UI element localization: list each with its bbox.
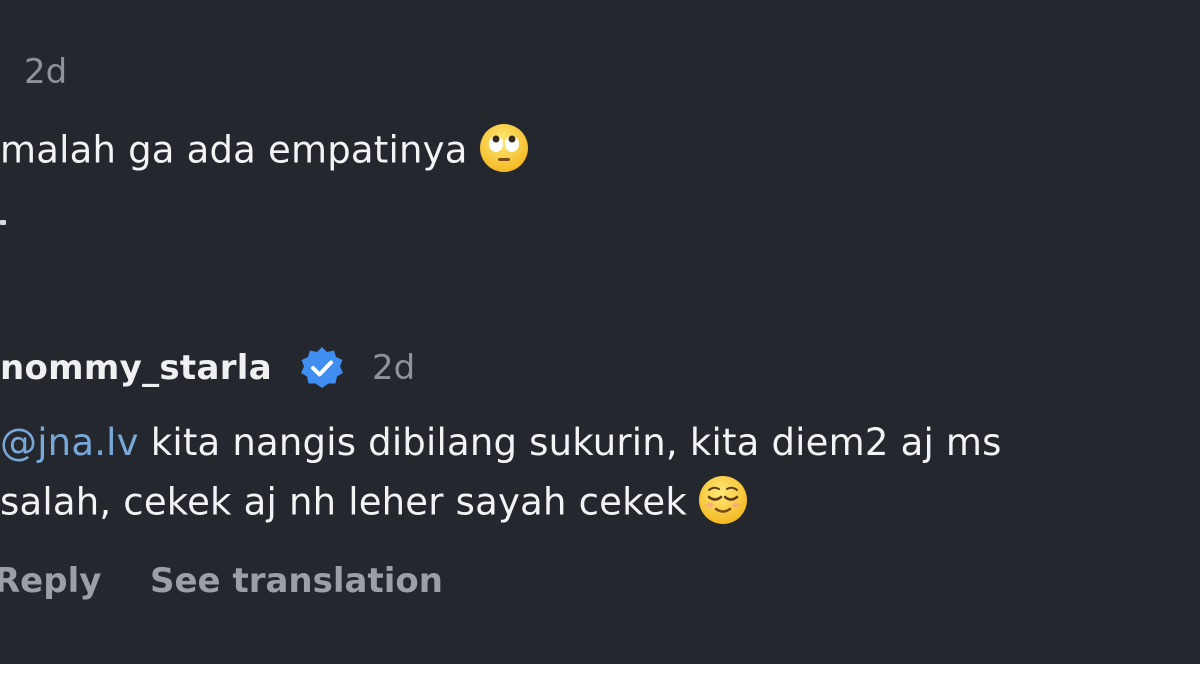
- second-comment-time: 2d: [372, 348, 416, 388]
- second-comment-text-2: salah, cekek aj nh leher sayah cekek: [0, 480, 687, 524]
- second-comment-line-2: salah, cekek aj nh leher sayah cekek: [0, 476, 749, 530]
- reply-button[interactable]: Reply: [0, 561, 101, 601]
- comment-thread: 2d malah ga ada empatinya nommy_starla 2…: [0, 0, 1200, 664]
- first-comment-text: malah ga ada empatinya: [0, 128, 468, 172]
- first-comment-time: 2d: [24, 52, 68, 92]
- second-comment-line-1: @jna.lv kita nangis dibilang sukurin, ki…: [0, 419, 1002, 467]
- bottom-border: [0, 664, 1200, 675]
- see-translation-button[interactable]: See translation: [150, 561, 443, 601]
- relieved-face-icon: [697, 474, 749, 526]
- first-comment-text-row: malah ga ada empatinya: [0, 124, 530, 178]
- second-comment-text-1: kita nangis dibilang sukurin, kita diem2…: [138, 421, 1002, 464]
- verified-badge-icon: [298, 344, 346, 392]
- face-with-rolling-eyes-icon: [478, 122, 530, 174]
- comment-username[interactable]: nommy_starla: [0, 348, 272, 388]
- reply-indicator: [0, 220, 6, 225]
- mention-link[interactable]: @jna.lv: [0, 421, 139, 464]
